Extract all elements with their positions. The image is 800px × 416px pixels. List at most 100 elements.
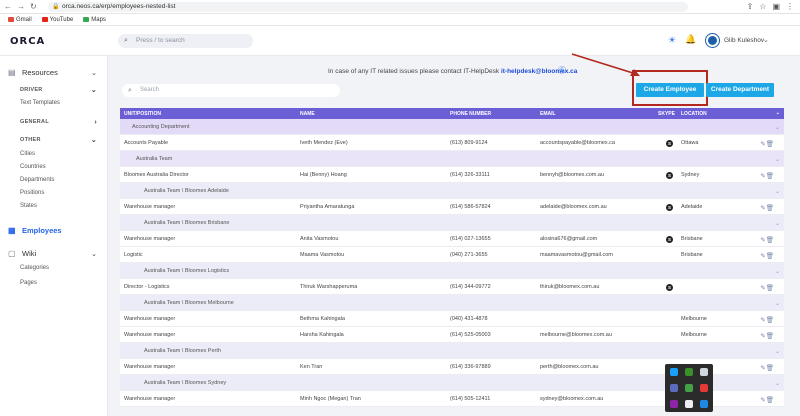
edit-delete-icon[interactable]: ✎🗑 [760, 284, 774, 292]
table-row[interactable]: Warehouse manager Anita Vasmotou (614) 027… [120, 231, 784, 247]
table-row[interactable]: Warehouse manager Bethma Kahingala (040) 4… [120, 311, 784, 327]
table-row[interactable]: Director - Logistics Thiruk Warshapperuma… [120, 279, 784, 295]
sidebar-item-text-templates[interactable]: Text Templates [8, 100, 97, 106]
sidebar-item-employees[interactable]: ▦ Employees [8, 226, 97, 235]
app-tray-icon[interactable] [700, 368, 708, 376]
reload-icon[interactable]: ↻ [30, 2, 37, 11]
app-tray-icon[interactable] [685, 384, 693, 392]
user-name[interactable]: Glib Kuleshov [724, 37, 764, 44]
table-row[interactable]: Warehouse manager Priyantha Amaratunga (61… [120, 199, 784, 215]
forward-icon[interactable]: → [17, 2, 25, 11]
menu-icon[interactable]: ⋮ [786, 2, 794, 11]
bookmark-label: YouTube [49, 16, 74, 23]
sidebar-item-wiki[interactable]: ▢ Wiki ⌄ [8, 249, 97, 258]
chevron-down-icon[interactable]: ⌄ [775, 220, 780, 227]
sidebar-item-states[interactable]: States [8, 203, 97, 209]
app-tray-icon[interactable] [700, 384, 708, 392]
sidebar-item-categories[interactable]: Categories [8, 265, 97, 271]
chevron-down-icon[interactable]: ⌄ [775, 348, 780, 355]
sidebar-item-positions[interactable]: Positions [8, 190, 97, 196]
address-bar[interactable]: 🔒 orca.neos.ca/erp/employees-nested-list [48, 2, 688, 12]
cell-email[interactable]: bennyh@bloomex.com.au [540, 172, 604, 178]
user-avatar[interactable] [706, 34, 719, 47]
skype-icon[interactable]: S [666, 236, 673, 243]
cell-unit: Warehouse manager [124, 396, 176, 402]
edit-delete-icon[interactable]: ✎🗑 [760, 140, 774, 148]
sidebar-item-cities[interactable]: Cities [8, 151, 97, 157]
edit-delete-icon[interactable]: ✎🗑 [760, 236, 774, 244]
sidebar-group-driver[interactable]: DRIVER ⌄ [8, 87, 97, 94]
sidebar-item-pages[interactable]: Pages [8, 280, 97, 286]
star-icon[interactable]: ☆ [759, 2, 766, 11]
app-tray-icon[interactable] [685, 368, 693, 376]
table-row[interactable]: Logistic Maama Vasmotou (040) 271-3655 maam… [120, 247, 784, 263]
share-icon[interactable]: ⇪ [747, 2, 754, 11]
chevron-down-icon[interactable]: ⌄ [776, 110, 780, 116]
table-row[interactable]: Accounts Payable Iveth Mendez (Eve) (613) … [120, 135, 784, 151]
edit-delete-icon[interactable]: ✎🗑 [760, 172, 774, 180]
app-tray-icon[interactable] [670, 384, 678, 392]
sidebar-item-countries[interactable]: Countries [8, 164, 97, 170]
department-group-row[interactable]: Accounting Department ⌄ [120, 119, 784, 135]
sidebar-group-other[interactable]: OTHER ⌄ [8, 137, 97, 144]
chevron-down-icon[interactable]: ⌄ [775, 188, 780, 195]
chevron-down-icon[interactable]: ⌄ [775, 124, 780, 131]
cell-email[interactable]: adelaide@bloomex.com.au [540, 204, 607, 210]
bookmark-item[interactable]: Maps [83, 17, 106, 23]
app-tray-icon[interactable] [685, 400, 693, 408]
app-tray-icon[interactable] [670, 400, 678, 408]
cell-email[interactable]: melbourne@bloomex.com.au [540, 332, 612, 338]
notification-bell-icon[interactable]: 🔔 [685, 34, 696, 45]
department-group-row[interactable]: Australia Team \ Bloomex Melbourne ⌄ [120, 295, 784, 311]
cell-email[interactable]: perth@bloomex.com.au [540, 364, 598, 370]
chevron-down-icon[interactable]: ⌄ [775, 268, 780, 275]
app-logo[interactable]: ORCA [10, 36, 45, 47]
edit-delete-icon[interactable]: ✎🗑 [760, 252, 774, 260]
sidebar-item-departments[interactable]: Departments [8, 177, 97, 183]
bookmark-item[interactable]: Gmail [8, 17, 32, 23]
skype-icon[interactable]: S [666, 204, 673, 211]
skype-icon[interactable]: S [666, 140, 673, 147]
cell-email[interactable]: thiruk@bloomex.com.au [540, 284, 599, 290]
department-group-row[interactable]: Australia Team \ Bloomex Logistics ⌄ [120, 263, 784, 279]
cell-unit: Warehouse manager [124, 332, 176, 338]
department-group-row[interactable]: Australia Team \ Bloomex Brisbane ⌄ [120, 215, 784, 231]
employee-search-input[interactable]: ⌕ Search [122, 84, 340, 97]
cell-name: Thiruk Warshapperuma [300, 284, 358, 290]
cell-email[interactable]: maamavasmotou@gmail.com [540, 252, 613, 258]
edit-delete-icon[interactable]: ✎🗑 [760, 396, 774, 404]
sidebar-group-general[interactable]: GENERAL › [8, 119, 97, 126]
table-row[interactable]: Warehouse manager Harsha Kahingala (614) 5… [120, 327, 784, 343]
bookmark-label: Maps [91, 16, 106, 23]
extensions-icon[interactable]: ▣ [772, 2, 780, 11]
chevron-down-icon[interactable]: ⌄ [775, 156, 780, 163]
chevron-down-icon[interactable]: ⌄ [775, 300, 780, 307]
chevron-down-icon[interactable]: ⌄ [763, 36, 769, 44]
bookmark-item[interactable]: YouTube [41, 16, 74, 23]
create-department-button[interactable]: Create Department [706, 83, 774, 97]
edit-delete-icon[interactable]: ✎🗑 [760, 332, 774, 340]
department-group-row[interactable]: Australia Team \ Bloomex Perth ⌄ [120, 343, 784, 359]
department-group-row[interactable]: Australia Team ⌄ [120, 151, 784, 167]
cell-email[interactable]: alosina676@gmail.com [540, 236, 597, 242]
create-employee-button[interactable]: Create Employee [636, 83, 704, 97]
cell-email[interactable]: sydney@bloomex.com.au [540, 396, 603, 402]
app-tray-icon[interactable] [670, 368, 678, 376]
app-tray-icon[interactable] [700, 400, 708, 408]
table-row[interactable]: Bloomex Australia Director Hai (Benny) Ho… [120, 167, 784, 183]
chevron-down-icon[interactable]: ⌄ [775, 380, 780, 387]
edit-delete-icon[interactable]: ✎🗑 [760, 316, 774, 324]
edit-delete-icon[interactable]: ✎🗑 [760, 204, 774, 212]
group-name: Australia Team \ Bloomex Perth [144, 348, 221, 354]
chevron-down-icon: ⌄ [90, 137, 97, 144]
skype-icon[interactable]: Ⓢ [558, 65, 566, 76]
skype-icon[interactable]: S [666, 172, 673, 179]
cell-email[interactable]: accountspayable@bloomex.ca [540, 140, 615, 146]
global-search-input[interactable]: ⌕ Press / to search [118, 34, 253, 48]
edit-delete-icon[interactable]: ✎🗑 [760, 364, 774, 372]
skype-icon[interactable]: S [666, 284, 673, 291]
department-group-row[interactable]: Australia Team \ Bloomex Adelaide ⌄ [120, 183, 784, 199]
back-icon[interactable]: ← [4, 2, 12, 11]
sidebar-item-resources[interactable]: ▤ Resources ⌄ [8, 68, 97, 77]
theme-toggle-icon[interactable]: ☀ [668, 35, 676, 46]
